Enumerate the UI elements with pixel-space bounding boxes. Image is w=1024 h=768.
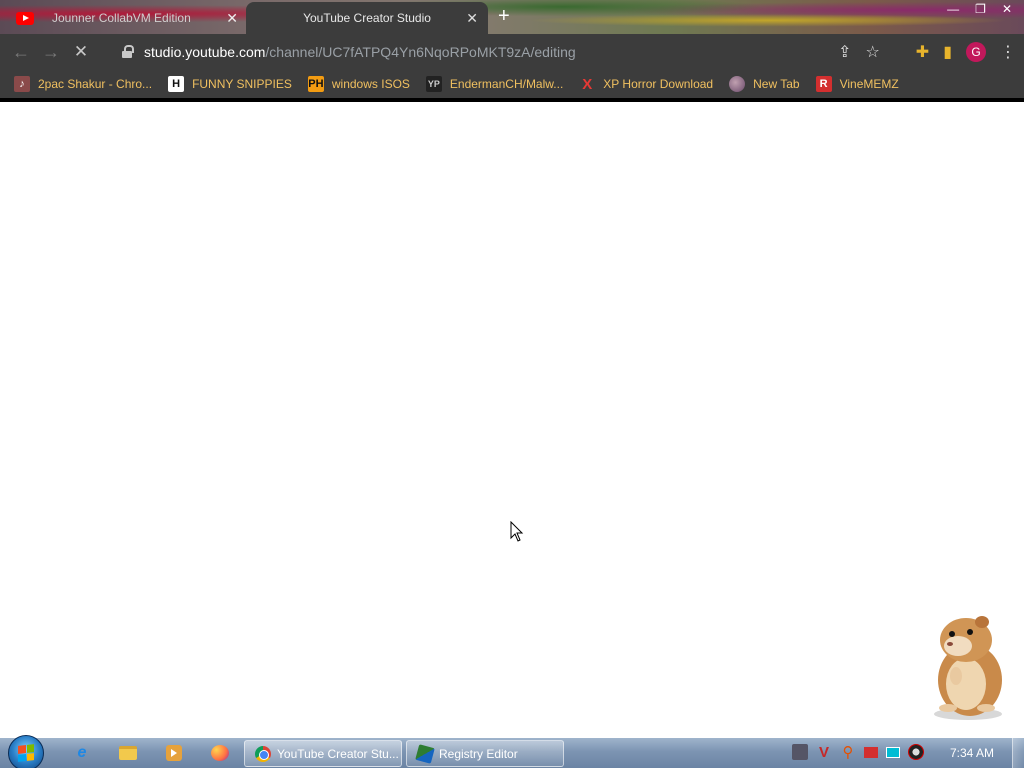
hamster-desktop-pet[interactable] <box>920 610 1010 722</box>
start-button[interactable] <box>8 735 44 768</box>
bookmark-windows-isos[interactable]: PH windows ISOS <box>307 76 410 92</box>
bookmark-label: FUNNY SNIPPIES <box>192 77 292 91</box>
window-controls: — ❐ ✕ <box>947 0 1012 18</box>
toolbar-actions: ⇪ ☆ ✚ ▮ G ⋮ <box>838 34 1016 70</box>
bookmark-label: EndermanCH/Malw... <box>449 77 564 91</box>
bookmark-vinememz[interactable]: R VineMEMZ <box>815 76 899 92</box>
chrome-icon <box>255 745 271 762</box>
page-content-area[interactable] <box>0 102 1024 738</box>
tab-youtube-creator-studio[interactable]: YouTube Creator Studio ✕ <box>246 2 488 34</box>
url-host: studio.youtube.com <box>144 44 266 60</box>
bookmark-new-tab[interactable]: New Tab <box>729 76 800 92</box>
youtube-icon <box>16 11 34 25</box>
side-panel-icon[interactable]: ▮ <box>943 42 952 62</box>
media-player-icon[interactable] <box>156 741 192 765</box>
tab-title: YouTube Creator Studio <box>303 11 431 25</box>
taskbar-window-label: YouTube Creator Stu... <box>277 746 399 761</box>
tab-jounner[interactable]: Jounner CollabVM Edition ✕ <box>6 2 246 34</box>
new-tab-button[interactable]: + <box>498 6 510 26</box>
taskbar-window-label: Registry Editor <box>439 746 518 761</box>
tray-flag-icon[interactable] <box>864 746 878 758</box>
menu-kebab-icon[interactable]: ⋮ <box>1000 42 1016 62</box>
h-icon: H <box>168 76 185 92</box>
bookmark-label: XP Horror Download <box>603 77 714 91</box>
close-window-icon[interactable]: ✕ <box>1002 2 1012 16</box>
bookmarks-bar: ♪ 2pac Shakur - Chro... H FUNNY SNIPPIES… <box>0 70 1024 98</box>
taskbar-clock[interactable]: 7:34 AM <box>950 746 994 760</box>
bookmark-label: VineMEMZ <box>839 77 899 91</box>
restore-icon[interactable]: ❐ <box>975 2 986 16</box>
bookmark-label: 2pac Shakur - Chro... <box>38 77 153 91</box>
tray-search-icon[interactable]: ⚲ <box>840 744 856 761</box>
bookmark-xp-horror[interactable]: X XP Horror Download <box>579 75 714 93</box>
bookmark-label: New Tab <box>753 77 800 91</box>
url-path: /channel/UC7fATPQ4Yn6NqoRPoMKT9zA/editin… <box>265 44 576 60</box>
bookmark-label: windows ISOS <box>331 77 410 91</box>
bookmark-2pac[interactable]: ♪ 2pac Shakur - Chro... <box>14 76 152 92</box>
registry-icon <box>415 743 435 764</box>
lock-icon[interactable] <box>122 45 134 59</box>
browser-toolbar: ← → ✕ studio.youtube.com/channel/UC7fATP… <box>0 34 1024 70</box>
tab-strip: Jounner CollabVM Edition ✕ YouTube Creat… <box>0 0 1024 34</box>
bookmark-endermanch[interactable]: YP EndermanCH/Malw... <box>425 76 564 92</box>
show-desktop-button[interactable] <box>1012 738 1024 768</box>
globe-icon <box>729 76 746 92</box>
bookmark-funny-snippies[interactable]: H FUNNY SNIPPIES <box>168 76 292 92</box>
internet-explorer-icon[interactable]: e <box>64 741 100 765</box>
ph-icon: PH <box>307 76 324 92</box>
taskbar-window-chrome[interactable]: YouTube Creator Stu... <box>244 740 402 767</box>
windows-logo-icon <box>18 744 34 762</box>
bookmark-star-icon[interactable]: ☆ <box>865 42 879 62</box>
close-icon[interactable]: ✕ <box>466 10 478 27</box>
tab-title: Jounner CollabVM Edition <box>52 11 191 25</box>
taskbar: e YouTube Creator Stu... Registry Editor… <box>0 735 1024 768</box>
yp-icon: YP <box>425 76 442 92</box>
tray-monitor-icon[interactable] <box>886 746 900 758</box>
extensions-puzzle-icon[interactable]: ✚ <box>916 42 929 62</box>
address-bar[interactable]: studio.youtube.com/channel/UC7fATPQ4Yn6N… <box>110 37 890 67</box>
system-tray: V ⚲ <box>792 744 924 761</box>
back-arrow-icon[interactable]: ← <box>6 37 36 67</box>
close-icon[interactable]: ✕ <box>226 10 238 27</box>
music-icon: ♪ <box>14 76 30 92</box>
tray-volume-icon[interactable] <box>908 744 924 760</box>
tray-app-icon[interactable] <box>792 744 808 760</box>
minimize-icon[interactable]: — <box>947 2 959 16</box>
file-explorer-icon[interactable] <box>110 741 146 765</box>
forward-arrow-icon[interactable]: → <box>36 37 66 67</box>
x-icon: X <box>582 75 593 93</box>
paint-icon[interactable] <box>202 741 238 765</box>
tray-v-icon[interactable]: V <box>816 744 832 761</box>
profile-avatar[interactable]: G <box>966 42 986 62</box>
r-icon: R <box>815 76 832 92</box>
taskbar-window-registry-editor[interactable]: Registry Editor <box>406 740 564 767</box>
stop-loading-icon[interactable]: ✕ <box>66 37 96 67</box>
share-icon[interactable]: ⇪ <box>838 42 851 62</box>
